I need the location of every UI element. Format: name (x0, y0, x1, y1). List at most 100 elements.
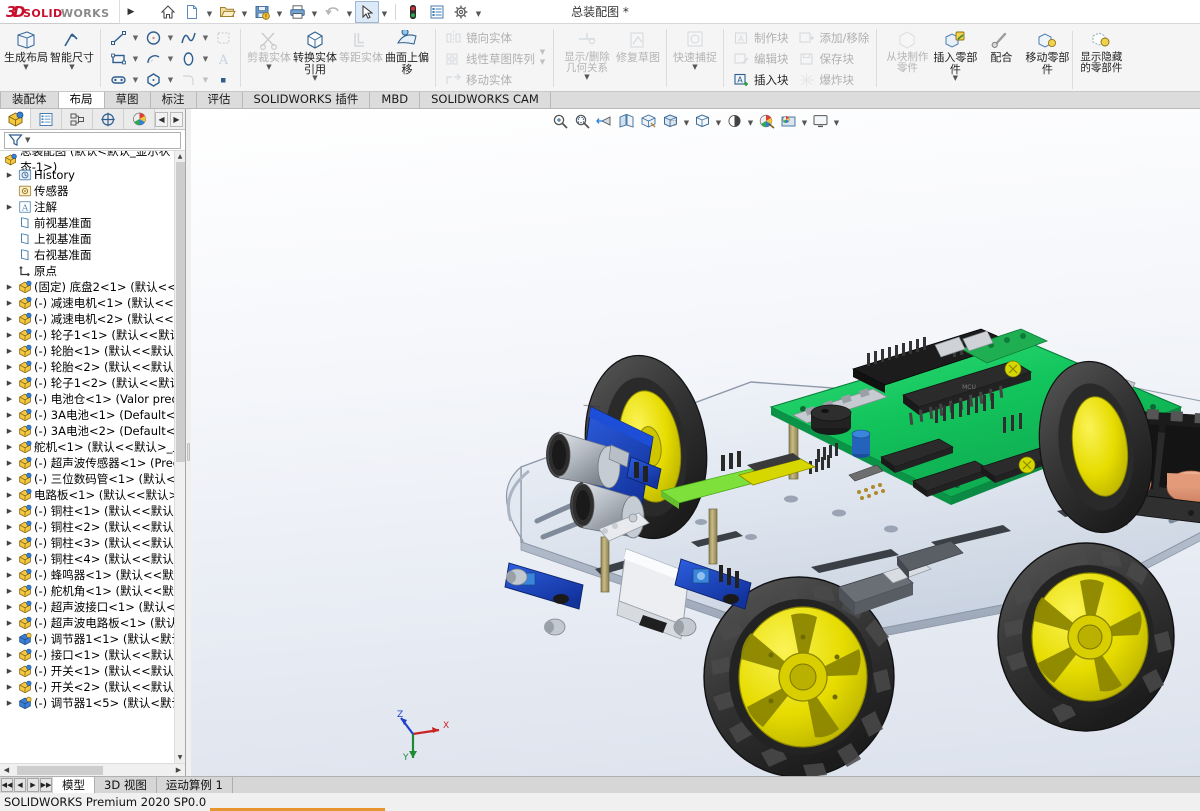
dimxpert-manager-tab[interactable] (93, 109, 124, 129)
tree-item[interactable]: ▶ (-) 超声波电路板<1> (默认<<默 (0, 615, 185, 631)
home-icon[interactable] (156, 1, 180, 23)
bottom-tab-3d-views[interactable]: 3D 视图 (95, 777, 157, 793)
tree-item[interactable]: ▶ (-) 电池仓<1> (Valor predeten (0, 391, 185, 407)
tree-expand-arrow[interactable]: ▶ (4, 299, 15, 307)
smart-dimension-caret[interactable]: ▼ (49, 63, 95, 71)
tree-hscroll-right[interactable]: ▶ (172, 766, 185, 774)
insert-block-item[interactable]: A 插入块 (729, 70, 791, 90)
convert-entities-button[interactable]: 转换实体引用 ▼ (292, 26, 338, 90)
undo-caret[interactable]: ▼ (344, 1, 355, 23)
tree-expand-arrow[interactable]: ▶ (4, 635, 15, 643)
tree-item[interactable]: ▶ 电路板<1> (默认<<默认>_显示 (0, 487, 185, 503)
tree-expand-arrow[interactable]: ▶ (4, 363, 15, 371)
tab-markup[interactable]: 标注 (150, 92, 197, 108)
bottom-tab-model[interactable]: 模型 (53, 777, 95, 793)
tree-item[interactable]: 前视基准面 (0, 215, 185, 231)
ribbon-expand-arrow[interactable]: ▶ (120, 7, 142, 17)
tree-expand-arrow[interactable]: ▶ (4, 667, 15, 675)
slot-tool[interactable] (106, 70, 130, 90)
tree-scroll-thumb[interactable] (176, 162, 185, 462)
tree-hscroll-track[interactable] (13, 764, 172, 776)
tree-item[interactable]: 原点 (0, 263, 185, 279)
print-icon[interactable] (285, 1, 309, 23)
tree-item[interactable]: ▶ (-) 开关<1> (默认<<默认>_显示 (0, 663, 185, 679)
tree-expand-arrow[interactable]: ▶ (4, 459, 15, 467)
hide-show-items-icon[interactable] (692, 112, 714, 130)
viewport-icon[interactable] (810, 112, 832, 130)
tree-expand-arrow[interactable]: ▶ (4, 203, 15, 211)
tree-item[interactable]: ▶ (-) 调节器1<5> (默认<默认_显示 (0, 695, 185, 711)
tab-evaluate[interactable]: 评估 (196, 92, 243, 108)
tree-tab-next[interactable]: ▶ (170, 111, 183, 127)
insert-components-caret[interactable]: ▼ (932, 75, 978, 82)
print-caret[interactable]: ▼ (309, 1, 320, 23)
zoom-to-area-icon[interactable] (572, 112, 594, 130)
new-document-icon[interactable] (180, 1, 204, 23)
power-switch-2[interactable] (544, 618, 566, 636)
tree-expand-arrow[interactable]: ▶ (4, 315, 15, 323)
tree-expand-arrow[interactable]: ▶ (4, 523, 15, 531)
tree-item[interactable]: ▶ (-) 接口<1> (默认<<默认>_显示 (0, 647, 185, 663)
open-document-icon[interactable] (215, 1, 239, 23)
ellipse-tool[interactable] (176, 49, 200, 69)
tree-expand-arrow[interactable]: ▶ (4, 571, 15, 579)
trim-entities-button[interactable]: 剪裁实体 ▼ (246, 26, 292, 90)
tree-expand-arrow[interactable]: ▶ (4, 699, 15, 707)
quick-snaps-button[interactable]: 快速捕捉 ▼ (672, 26, 718, 90)
tab-solidworks-addins[interactable]: SOLIDWORKS 插件 (242, 92, 371, 108)
tree-item[interactable]: ▶ A 注解 (0, 199, 185, 215)
generate-layout-caret[interactable]: ▼ (3, 63, 49, 71)
display-manager-tab[interactable] (124, 109, 155, 129)
tree-expand-arrow[interactable]: ▶ (4, 379, 15, 387)
power-switch-3[interactable] (673, 617, 697, 637)
tree-expand-arrow[interactable]: ▶ (4, 683, 15, 691)
tree-expand-arrow[interactable]: ▶ (4, 395, 15, 403)
move-entities-item[interactable]: 移动实体 (441, 70, 514, 90)
show-hidden-components-button[interactable]: 显示隐藏的零部件 (1075, 26, 1127, 90)
viewport-caret[interactable]: ▼ (832, 112, 842, 130)
tree-hscroll-thumb[interactable] (17, 765, 103, 775)
tree-item[interactable]: ▶ (-) 舵机角<1> (默认<<默认>_显 (0, 583, 185, 599)
line-tool[interactable] (106, 28, 130, 48)
smart-dimension-button[interactable]: 智能尺寸 ▼ (49, 26, 95, 90)
tree-item[interactable]: 上视基准面 (0, 231, 185, 247)
tree-item[interactable]: ▶ 舵机<1> (默认<<默认>_显示状 (0, 439, 185, 455)
select-caret[interactable]: ▼ (379, 1, 390, 23)
previous-view-icon[interactable] (594, 112, 616, 130)
options-gear-icon[interactable] (449, 1, 473, 23)
edit-appearance-icon[interactable] (724, 112, 746, 130)
convert-entities-caret[interactable]: ▼ (292, 75, 338, 82)
tab-solidworks-cam[interactable]: SOLIDWORKS CAM (420, 92, 551, 108)
section-view-icon[interactable] (616, 112, 638, 130)
hide-show-items-caret[interactable]: ▼ (714, 112, 724, 130)
tree-tab-prev[interactable]: ◀ (155, 111, 168, 127)
options-caret[interactable]: ▼ (473, 1, 484, 23)
open-document-caret[interactable]: ▼ (239, 1, 250, 23)
tree-expand-arrow[interactable]: ▶ (4, 443, 15, 451)
tree-expand-arrow[interactable]: ▶ (4, 539, 15, 547)
save-caret[interactable]: ▼ (274, 1, 285, 23)
fillet-tool[interactable] (176, 70, 200, 90)
bottom-tab-next[interactable]: ▶ (27, 778, 39, 792)
tree-item[interactable]: ▶ (-) 减速电机<1> (默认<<默认>_ (0, 295, 185, 311)
tree-item[interactable]: ▶ (-) 轮子1<2> (默认<<默认>_显 (0, 375, 185, 391)
linear-sketch-pattern-item[interactable]: 线性草图阵列 (441, 49, 537, 69)
save-icon[interactable]: ! (250, 1, 274, 23)
feature-tree[interactable]: 总装配图 (默认<默认_显示状态-1>) ▶ History 传感器 ▶ A 注解 前视基准… (0, 151, 185, 763)
tab-assembly[interactable]: 装配体 (0, 92, 59, 108)
tree-item[interactable]: 传感器 (0, 183, 185, 199)
tree-scroll-up[interactable]: ▲ (175, 151, 185, 162)
tree-expand-arrow[interactable]: ▶ (4, 283, 15, 291)
file-properties-icon[interactable] (425, 1, 449, 23)
tree-item[interactable]: ▶ (-) 开关<2> (默认<<默认>_显示 (0, 679, 185, 695)
explode-block-item[interactable]: 爆炸块 (795, 70, 872, 90)
tree-filter-box[interactable]: ▼ (4, 131, 181, 149)
tree-item[interactable]: ▶ (-) 减速电机<2> (默认<<默认>_ (0, 311, 185, 327)
tree-item[interactable]: ▶ (-) 轮胎<1> (默认<<默认>_显示 (0, 343, 185, 359)
rectangle-tool[interactable] (106, 49, 130, 69)
tree-hscroll-left[interactable]: ◀ (0, 766, 13, 774)
tree-expand-arrow[interactable]: ▶ (4, 475, 15, 483)
property-manager-tab[interactable] (31, 109, 62, 129)
bottom-tab-last[interactable]: ▶▶ (40, 778, 52, 792)
tree-expand-arrow[interactable]: ▶ (4, 555, 15, 563)
